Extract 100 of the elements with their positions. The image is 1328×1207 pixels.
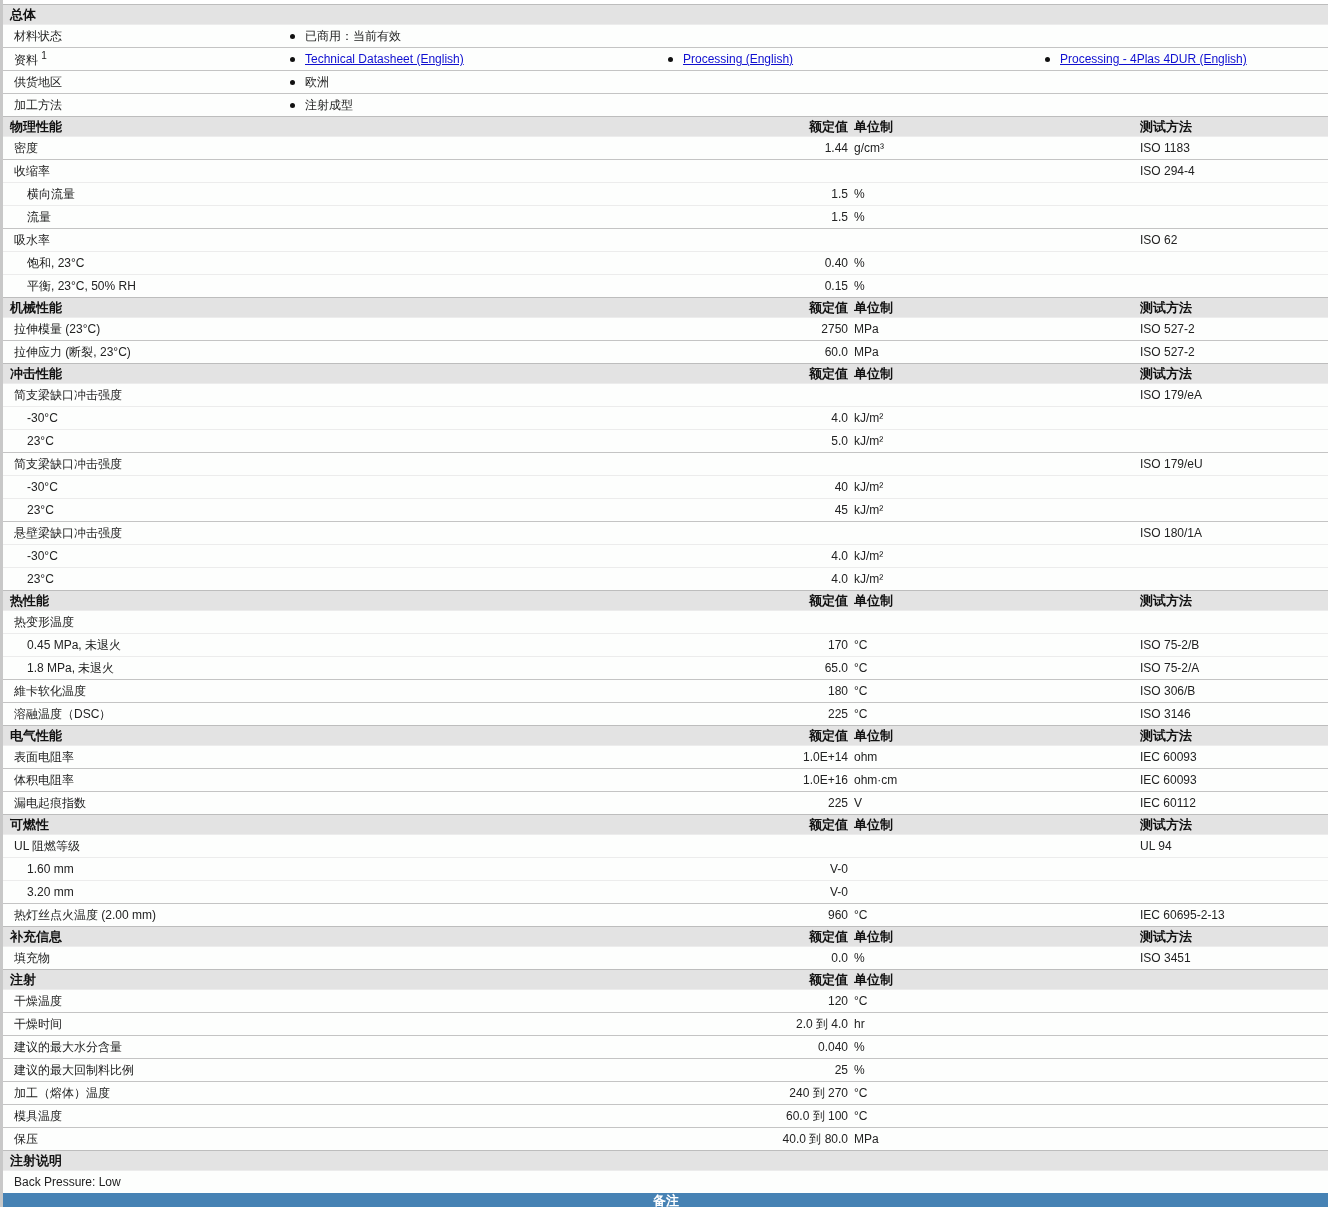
unit-cell-text: °C <box>854 707 869 721</box>
column-heading: 单位制 <box>854 726 894 745</box>
bullet-icon <box>290 79 295 85</box>
document-link[interactable]: Processing - 4Plas 4DUR (English) <box>1060 52 1247 66</box>
column-heading: 额定值 <box>808 970 849 989</box>
section-title: 可燃性 <box>9 815 50 834</box>
property-label: 溶融温度（DSC） <box>13 705 113 723</box>
property-label: 3.20 mm <box>26 885 75 899</box>
value-cell-text: V-0 <box>829 885 849 899</box>
property-label: 横向流量 <box>26 185 76 203</box>
value-cell-text: 0.40 <box>823 256 849 270</box>
value-cell-text: 60.0 到 100 <box>784 1107 849 1125</box>
column-heading: 单位制 <box>854 298 894 317</box>
value-cell-text: 4.0 <box>830 572 849 586</box>
value-cell-text: 0.040 <box>816 1040 849 1054</box>
section-title: 补充信息 <box>9 927 63 946</box>
property-label: 23°C <box>26 503 55 517</box>
property-label: -30°C <box>26 480 59 494</box>
test-method-cell-text: IEC 60695-2-13 <box>1139 908 1226 922</box>
section-title: 电气性能 <box>9 726 63 745</box>
column-heading: 额定值 <box>808 591 849 610</box>
column-heading: 测试方法 <box>1139 815 1193 834</box>
property-label: 表面电阻率 <box>13 748 75 766</box>
unit-cell-text: % <box>854 1063 866 1077</box>
property-value: 注射成型 <box>305 96 353 114</box>
property-label: 材料状态 <box>13 27 63 45</box>
value-cell-text: 40.0 到 80.0 <box>781 1130 849 1148</box>
column-heading: 单位制 <box>854 117 894 136</box>
unit-cell-text: % <box>854 210 866 224</box>
section-title: 热性能 <box>9 591 50 610</box>
section-title: 物理性能 <box>9 117 63 136</box>
unit-cell-text: °C <box>854 661 869 675</box>
unit-cell-text: °C <box>854 1086 869 1100</box>
unit-cell-text: kJ/m² <box>854 411 885 425</box>
section-title: 注射 <box>9 970 37 989</box>
section-title: 冲击性能 <box>9 364 63 383</box>
bullet-icon <box>290 102 295 108</box>
test-method-cell-text: ISO 75-2/B <box>1139 638 1201 652</box>
property-label: 吸水率 <box>13 231 51 249</box>
property-value: 欧洲 <box>305 73 329 91</box>
property-label: 0.45 MPa, 未退火 <box>26 636 123 654</box>
unit-cell-text: hr <box>854 1017 866 1031</box>
value-cell-text: 5.0 <box>830 434 849 448</box>
property-label: 1.60 mm <box>26 862 75 876</box>
property-label: 漏电起痕指数 <box>13 794 87 812</box>
value-cell-text: 180 <box>826 684 849 698</box>
section-title: 总体 <box>8 5 37 24</box>
property-label: 流量 <box>26 208 52 226</box>
test-method-cell-text: IEC 60093 <box>1139 773 1198 787</box>
test-method-cell-text: IEC 60112 <box>1139 796 1197 810</box>
property-label: 模具温度 <box>13 1107 63 1125</box>
property-label: UL 阻燃等级 <box>13 837 82 855</box>
test-method-cell-text: ISO 179/eA <box>1139 388 1204 402</box>
value-cell-text: V-0 <box>829 862 849 876</box>
column-heading: 额定值 <box>808 364 849 383</box>
document-link[interactable]: Technical Datasheet (English) <box>305 52 464 66</box>
value-cell-text: 1.0E+14 <box>801 750 849 764</box>
section-title: 机械性能 <box>8 298 63 317</box>
unit-cell-text: °C <box>854 1109 869 1123</box>
property-label: 饱和, 23°C <box>26 254 86 272</box>
property-label: 加工方法 <box>13 96 63 114</box>
unit-cell-text: % <box>854 279 866 293</box>
value-cell-text: 225 <box>826 707 849 721</box>
unit-cell-text: kJ/m² <box>854 480 885 494</box>
property-label: 23°C <box>26 572 55 586</box>
property-label: -30°C <box>26 411 59 425</box>
bullet-icon <box>290 33 295 39</box>
unit-cell-text: °C <box>854 908 869 922</box>
unit-cell-text: kJ/m² <box>854 503 885 517</box>
column-heading: 测试方法 <box>1139 298 1193 317</box>
bullet-icon <box>290 56 295 62</box>
unit-cell-text: % <box>854 1040 866 1054</box>
unit-cell-text: MPa <box>854 322 880 336</box>
test-method-cell-text: ISO 180/1A <box>1139 526 1204 540</box>
unit-cell-text: ohm·cm <box>854 773 899 787</box>
value-cell-text: 120 <box>826 994 849 1008</box>
document-link[interactable]: Processing (English) <box>683 52 794 66</box>
column-heading: 单位制 <box>854 364 894 383</box>
property-label: 建议的最大水分含量 <box>13 1038 123 1056</box>
property-label: 干燥温度 <box>13 992 63 1010</box>
column-heading: 测试方法 <box>1139 364 1193 383</box>
section-title: 注射说明 <box>9 1151 63 1170</box>
test-method-cell-text: ISO 75-2/A <box>1139 661 1201 675</box>
unit-cell-text: % <box>854 187 866 201</box>
property-label: 资料 $^{1}$ <box>13 49 48 69</box>
value-cell-text: 960 <box>826 908 849 922</box>
value-cell-text: 2750 <box>820 322 849 336</box>
test-method-cell-text: IEC 60093 <box>1139 750 1198 764</box>
value-cell-text: 25 <box>833 1063 849 1077</box>
unit-cell-text: MPa <box>854 1132 880 1146</box>
value-cell-text: 170 <box>826 638 849 652</box>
value-cell-text: 225 <box>826 796 849 810</box>
column-heading: 额定值 <box>808 815 849 834</box>
unit-cell-text: V <box>854 796 863 810</box>
value-cell-text: 1.0E+16 <box>801 773 849 787</box>
property-label: 拉伸模量 (23°C) <box>13 320 102 338</box>
column-heading: 额定值 <box>808 298 849 317</box>
property-label: 23°C <box>26 434 55 448</box>
unit-cell-text: ohm <box>854 750 879 764</box>
test-method-cell-text: ISO 3146 <box>1139 707 1192 721</box>
